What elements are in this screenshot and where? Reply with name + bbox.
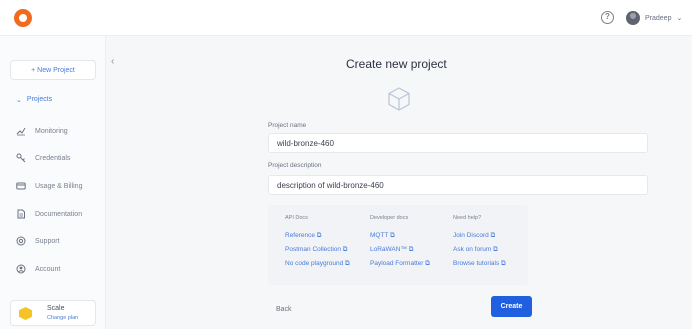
plan-name: Scale <box>47 305 65 312</box>
column-title: Need help? <box>453 215 482 221</box>
project-name-input[interactable] <box>268 133 648 153</box>
help-icon[interactable]: ? <box>601 11 614 24</box>
chart-line-icon <box>16 126 26 136</box>
chevron-down-icon: ⌄ <box>676 15 683 22</box>
payload-formatter-link[interactable]: Payload Formatter ⧉ <box>370 260 430 274</box>
avatar <box>626 11 640 25</box>
user-menu[interactable]: Pradeep ⌄ <box>626 10 682 26</box>
column-title: Developer docs <box>370 215 409 221</box>
resources-column-need-help: Need help? Join Discord ⧉ Ask on forum ⧉… <box>453 215 506 274</box>
change-plan-link[interactable]: Change plan <box>47 315 78 321</box>
account-icon <box>16 264 26 274</box>
sidebar-item-label: Documentation <box>35 210 83 218</box>
column-title: API Docs <box>285 215 308 221</box>
reference-link[interactable]: Reference ⧉ <box>285 232 350 246</box>
sidebar-item-account[interactable]: Account <box>16 262 60 276</box>
no-code-playground-link[interactable]: No code playground ⧉ <box>285 260 350 274</box>
cube-icon <box>388 87 410 111</box>
project-name-label: Project name <box>268 122 307 129</box>
join-discord-link[interactable]: Join Discord ⧉ <box>453 232 506 246</box>
sidebar-item-label: Credentials <box>35 154 71 162</box>
browse-tutorials-link[interactable]: Browse tutorials ⧉ <box>453 260 506 274</box>
sidebar-item-projects[interactable]: ⌄ Projects <box>16 96 52 104</box>
page-title: Create new project <box>346 57 447 71</box>
document-icon <box>16 209 26 219</box>
user-name: Pradeep <box>645 14 672 22</box>
resources-column-developer-docs: Developer docs MQTT ⧉ LoRaWAN™ ⧉ Payload… <box>370 215 430 274</box>
create-button[interactable]: Create <box>491 296 532 317</box>
card-icon <box>16 181 26 191</box>
postman-collection-link[interactable]: Postman Collection ⧉ <box>285 246 350 260</box>
lorawan-link[interactable]: LoRaWAN™ ⧉ <box>370 246 430 260</box>
hexagon-badge-icon <box>19 307 32 320</box>
sidebar-item-monitoring[interactable]: Monitoring <box>16 124 68 138</box>
resources-column-api-docs: API Docs Reference ⧉ Postman Collection … <box>285 215 350 274</box>
ask-on-forum-link[interactable]: Ask on forum ⧉ <box>453 246 506 260</box>
top-bar: ? Pradeep ⌄ <box>0 0 692 36</box>
sidebar-item-usage-billing[interactable]: Usage & Billing <box>16 179 82 193</box>
sidebar: + New Project ⌄ Projects Monitoring Cred… <box>0 36 106 329</box>
new-project-button[interactable]: + New Project <box>10 60 96 80</box>
sidebar-item-support[interactable]: Support <box>16 234 60 248</box>
logo-icon[interactable] <box>14 9 32 27</box>
resources-panel: API Docs Reference ⧉ Postman Collection … <box>268 205 528 285</box>
back-button[interactable]: Back <box>276 306 292 313</box>
key-icon <box>16 153 26 163</box>
sidebar-item-label: Projects <box>26 96 53 103</box>
sidebar-item-label: Monitoring <box>35 127 68 135</box>
sidebar-item-label: Support <box>35 237 60 245</box>
chevron-down-icon: ⌄ <box>16 97 22 104</box>
sidebar-item-credentials[interactable]: Credentials <box>16 151 70 165</box>
plan-card[interactable]: Scale Change plan <box>10 300 96 326</box>
collapse-sidebar-button[interactable]: ‹ <box>111 56 114 67</box>
project-description-label: Project description <box>268 162 322 169</box>
create-project-panel: Create new project Project name Project … <box>120 36 692 329</box>
mqtt-link[interactable]: MQTT ⧉ <box>370 232 430 246</box>
support-icon <box>16 236 26 246</box>
sidebar-item-label: Usage & Billing <box>35 182 83 190</box>
project-description-input[interactable] <box>268 175 648 195</box>
sidebar-item-label: Account <box>35 265 61 273</box>
sidebar-item-documentation[interactable]: Documentation <box>16 207 82 221</box>
